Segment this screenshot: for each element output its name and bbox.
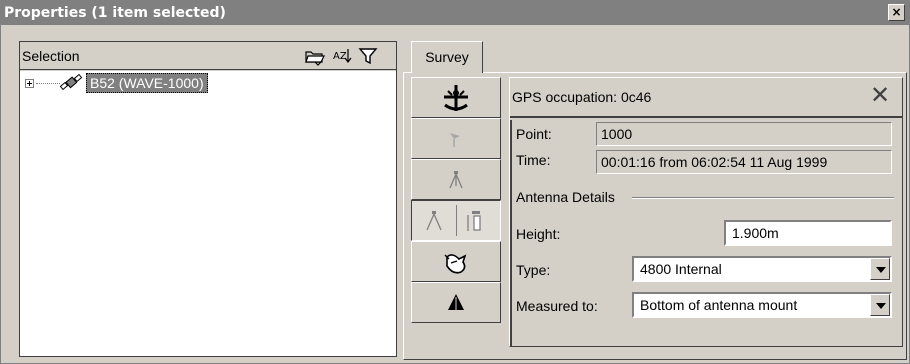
satellite-button[interactable]: [411, 241, 501, 282]
tripod-button[interactable]: [411, 159, 501, 200]
gps-occupation-panel: GPS occupation: 0c46 ✕ Point: 1000 Time:…: [509, 77, 903, 347]
tree-item-receiver[interactable]: B52 (WAVE-1000): [86, 73, 208, 93]
sort-az-text: AZ: [333, 51, 347, 62]
antenna-icon: [448, 293, 464, 310]
type-label: Type:: [516, 262, 551, 278]
window-title: Properties (1 item selected): [4, 5, 226, 21]
button-divider: [456, 205, 457, 236]
sextant-icon: [444, 84, 468, 111]
selection-header: Selection AZ: [20, 42, 396, 70]
tree-connector: [36, 83, 60, 84]
close-icon[interactable]: ✕: [868, 84, 892, 108]
gps-occupation-title: GPS occupation: 0c46: [512, 89, 652, 105]
antenna-type-value: 4800 Internal: [640, 261, 722, 277]
point-flag-button[interactable]: [411, 118, 501, 159]
measured-to-label: Measured to:: [516, 298, 598, 314]
selection-tree[interactable]: B52 (WAVE-1000): [20, 71, 396, 356]
point-label: Point:: [516, 126, 552, 142]
measured-to-value: Bottom of antenna mount: [640, 297, 798, 313]
selection-panel: Selection AZ B52 (WAVE-1000): [19, 41, 397, 357]
folder-icon[interactable]: [304, 46, 326, 66]
properties-window: Properties (1 item selected) × Selection…: [0, 0, 910, 364]
chevron-down-icon[interactable]: [870, 294, 890, 316]
chevron-down-icon[interactable]: [870, 258, 890, 280]
antenna-details-label: Antenna Details: [516, 189, 615, 205]
flag-icon: [450, 132, 460, 147]
window-close-button[interactable]: ×: [888, 4, 905, 21]
antenna-button[interactable]: [411, 282, 501, 323]
tree-expand-toggle[interactable]: [25, 79, 34, 88]
gps-receiver-icon: [59, 73, 83, 92]
height-label: Height:: [516, 226, 561, 242]
sort-az-icon[interactable]: AZ: [332, 46, 354, 66]
time-label: Time:: [516, 152, 551, 168]
point-field: 1000: [596, 122, 892, 146]
occupation-button[interactable]: [411, 77, 501, 118]
gps-occupation-body: Point: 1000 Time: 00:01:16 from 06:02:54…: [510, 120, 902, 346]
tripod-icon: [449, 170, 463, 188]
measured-to-select[interactable]: Bottom of antenna mount: [632, 292, 892, 318]
antenna-details-divider: [632, 197, 894, 199]
time-field: 00:01:16 from 06:02:54 11 Aug 1999: [596, 150, 892, 174]
title-bar[interactable]: Properties (1 item selected) ×: [1, 1, 909, 25]
height-input[interactable]: 1.900m: [724, 220, 892, 246]
selection-label: Selection: [22, 48, 80, 64]
tab-survey[interactable]: Survey: [411, 41, 483, 73]
antenna-type-select[interactable]: 4800 Internal: [632, 256, 892, 282]
satellite-icon: [444, 253, 467, 274]
filter-icon[interactable]: [358, 46, 380, 66]
close-icon: ×: [891, 5, 902, 19]
gps-occupation-header: GPS occupation: 0c46 ✕: [510, 78, 902, 118]
tripod-receiver-button[interactable]: [411, 200, 501, 241]
